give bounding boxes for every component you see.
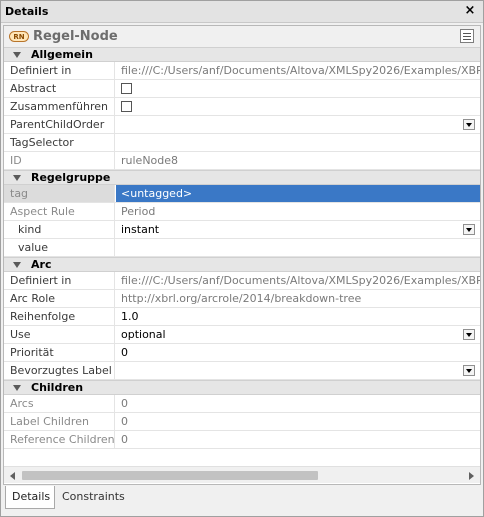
collapse-arrow-icon[interactable] [13,385,21,391]
property-value: ruleNode8 [121,154,179,167]
property-value[interactable] [116,134,480,151]
kind-value: instant [121,223,160,236]
property-value[interactable]: 0 [116,344,480,361]
property-row-arcs[interactable]: Arcs 0 [4,395,480,413]
property-name: kind [4,221,115,238]
title-bar: Details × [1,1,483,23]
property-name: Definiert in [4,62,115,79]
window-title: Details [5,5,49,18]
property-name: value [4,239,115,256]
property-value [116,98,480,115]
property-row-bevorzugtes-label[interactable]: Bevorzugtes Label [4,362,480,380]
zusammenfuehren-checkbox[interactable] [121,101,132,112]
property-name: Arcs [4,395,115,412]
rule-node-badge-icon: RN [9,31,29,42]
scroll-right-icon[interactable] [463,468,478,483]
property-name: tag [4,185,115,202]
property-value: file:///C:/Users/anf/Documents/Altova/XM… [121,64,480,77]
property-row-kind[interactable]: kind instant [4,221,480,239]
property-name: Reihenfolge [4,308,115,325]
collapse-arrow-icon[interactable] [13,175,21,181]
property-value: 0 [121,415,128,428]
section-title: Regelgruppe [31,171,111,184]
scrollbar-thumb[interactable] [22,471,318,480]
tab-constraints[interactable]: Constraints [56,486,134,509]
property-row-parentchildorder[interactable]: ParentChildOrder [4,116,480,134]
property-name: Label Children [4,413,115,430]
property-value[interactable]: 1.0 [116,308,480,325]
abstract-checkbox[interactable] [121,83,132,94]
property-name: Aspect Rule [4,203,115,220]
collapse-arrow-icon[interactable] [13,262,21,268]
node-header: RN Regel-Node [4,26,480,47]
section-header-regelgruppe[interactable]: Regelgruppe [4,170,480,185]
property-value: 0 [121,397,128,410]
section-title: Allgemein [31,48,93,61]
property-row-abstract[interactable]: Abstract [4,80,480,98]
property-row-tag[interactable]: tag <untagged> [4,185,480,203]
property-name: TagSelector [4,134,115,151]
property-name: Priorität [4,344,115,361]
section-header-arc[interactable]: Arc [4,257,480,272]
property-value[interactable] [116,116,480,133]
property-name: Arc Role [4,290,115,307]
property-row-prioritaet[interactable]: Priorität 0 [4,344,480,362]
property-row-value[interactable]: value [4,239,480,257]
close-icon[interactable]: × [462,3,478,19]
section-header-allgemein[interactable]: Allgemein [4,47,480,62]
details-window: Details × RN Regel-Node Allgemein Defini… [0,0,484,517]
dropdown-arrow-icon[interactable] [463,119,475,130]
property-value: file:///C:/Users/anf/Documents/Altova/XM… [121,274,480,287]
property-name: Definiert in [4,272,115,289]
property-name: Bevorzugtes Label [4,362,115,379]
property-row-label-children[interactable]: Label Children 0 [4,413,480,431]
section-title: Children [31,381,84,394]
property-name: Abstract [4,80,115,97]
section-header-children[interactable]: Children [4,380,480,395]
property-name: ParentChildOrder [4,116,115,133]
property-row-arc-definiert-in[interactable]: Definiert in file:///C:/Users/anf/Docume… [4,272,480,290]
property-row-zusammenfuehren[interactable]: Zusammenführen [4,98,480,116]
property-row-aspect-rule[interactable]: Aspect Rule Period [4,203,480,221]
scroll-left-icon[interactable] [6,468,21,483]
horizontal-scrollbar[interactable] [4,466,480,483]
property-name: Zusammenführen [4,98,115,115]
property-value [116,80,480,97]
property-row-definiert-in[interactable]: Definiert in file:///C:/Users/anf/Docume… [4,62,480,80]
property-value[interactable]: instant [116,221,480,238]
property-value: 0 [121,433,128,446]
property-name: Use [4,326,115,343]
property-row-id[interactable]: ID ruleNode8 [4,152,480,170]
dropdown-arrow-icon[interactable] [463,224,475,235]
dropdown-arrow-icon[interactable] [463,329,475,340]
property-name: ID [4,152,115,169]
property-row-reihenfolge[interactable]: Reihenfolge 1.0 [4,308,480,326]
property-value[interactable] [116,239,480,256]
dropdown-arrow-icon[interactable] [463,365,475,376]
property-row-arc-role[interactable]: Arc Role http://xbrl.org/arcrole/2014/br… [4,290,480,308]
property-row-reference-children[interactable]: Reference Children 0 [4,431,480,449]
tab-details[interactable]: Details [5,486,55,509]
property-row-tagselector[interactable]: TagSelector [4,134,480,152]
property-value[interactable]: optional [116,326,480,343]
property-row-use[interactable]: Use optional [4,326,480,344]
property-value: Period [121,205,156,218]
tab-bar: Details Constraints [3,486,481,514]
properties-icon[interactable] [460,29,474,43]
section-title: Arc [31,258,52,271]
property-value[interactable]: <untagged> [116,185,480,202]
property-value[interactable] [116,362,480,379]
node-title: Regel-Node [33,29,118,44]
properties-panel: RN Regel-Node Allgemein Definiert in fil… [3,25,481,485]
collapse-arrow-icon[interactable] [13,52,21,58]
property-value: http://xbrl.org/arcrole/2014/breakdown-t… [121,292,362,305]
property-name: Reference Children [4,431,115,448]
use-value: optional [121,328,166,341]
